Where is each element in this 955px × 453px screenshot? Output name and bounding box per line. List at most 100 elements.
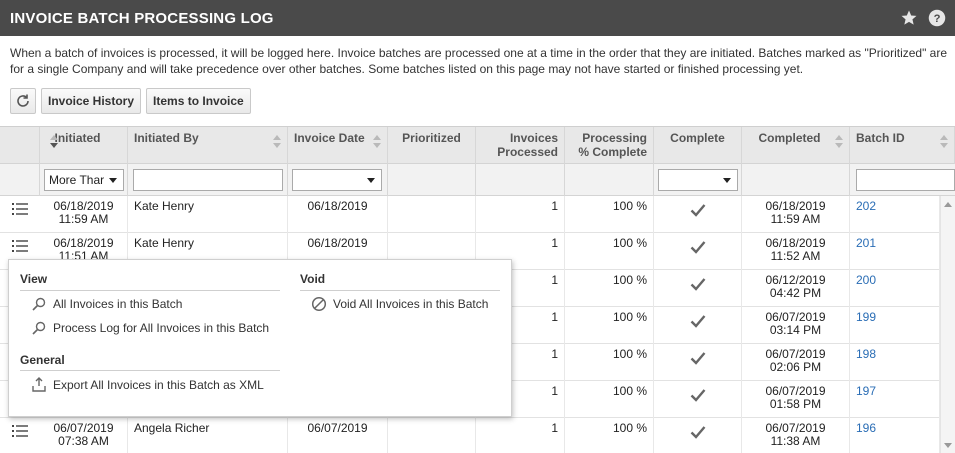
completed-cell: 06/12/2019 04:42 PM — [742, 270, 850, 307]
prioritized-cell — [388, 196, 476, 233]
page-description: When a batch of invoices is processed, i… — [10, 46, 948, 76]
header-initiated[interactable]: Initiated — [40, 127, 128, 164]
svg-text:?: ? — [934, 13, 941, 25]
initiated-by-filter-input[interactable] — [133, 169, 283, 191]
invoice-date-filter-select[interactable] — [292, 169, 382, 191]
invoice-history-button[interactable]: Invoice History — [41, 88, 142, 114]
prioritized-cell — [388, 418, 476, 453]
vertical-scrollbar[interactable] — [940, 196, 955, 453]
filter-cell — [850, 164, 955, 196]
header-batch-id[interactable]: Batch ID — [850, 127, 955, 164]
search-icon — [32, 321, 46, 335]
header-initiated-by-label: Initiated By — [134, 131, 199, 145]
completed-cell: 06/07/2019 02:06 PM — [742, 344, 850, 381]
view-all-invoices-label: All Invoices in this Batch — [53, 297, 183, 311]
sort-icon — [50, 135, 58, 149]
row-menu-icon[interactable] — [12, 425, 28, 437]
batch-id-link[interactable]: 199 — [850, 307, 940, 344]
toolbar: Invoice History Items to Invoice — [10, 88, 251, 114]
header-processing-pct[interactable]: Processing % Complete — [565, 127, 654, 164]
scroll-down-icon[interactable] — [944, 443, 952, 448]
export-icon — [32, 377, 46, 392]
page-title: INVOICE BATCH PROCESSING LOG — [10, 9, 274, 27]
header-initiated-by[interactable]: Initiated By — [128, 127, 288, 164]
items-to-invoice-button[interactable]: Items to Invoice — [146, 88, 251, 114]
checkmark-icon — [690, 426, 706, 439]
processing-pct-cell: 100 % — [565, 196, 654, 233]
view-process-log-item[interactable]: Process Log for All Invoices in this Bat… — [31, 320, 269, 336]
sort-icon — [273, 135, 281, 149]
void-all-invoices-label: Void All Invoices in this Batch — [333, 297, 489, 311]
filter-cell — [288, 164, 388, 196]
batch-id-link[interactable]: 196 — [850, 418, 940, 453]
filter-cell — [388, 164, 476, 196]
sort-icon — [835, 135, 843, 149]
checkmark-icon — [690, 315, 706, 328]
processing-pct-cell: 100 % — [565, 233, 654, 270]
batch-id-filter-input[interactable] — [856, 169, 955, 191]
processing-pct-cell: 100 % — [565, 270, 654, 307]
general-heading: General — [20, 353, 65, 367]
filter-cell: More Thar — [40, 164, 128, 196]
refresh-button[interactable] — [10, 88, 36, 114]
void-icon — [311, 296, 327, 312]
header-invoice-date[interactable]: Invoice Date — [288, 127, 388, 164]
processing-pct-cell: 100 % — [565, 307, 654, 344]
sort-icon — [940, 135, 948, 149]
sort-icon — [373, 135, 381, 149]
completed-cell: 06/18/2019 11:59 AM — [742, 196, 850, 233]
header-prioritized[interactable]: Prioritized — [388, 127, 476, 164]
header-menu-col — [0, 127, 40, 164]
table-row[interactable]: 06/18/2019 11:59 AM Kate Henry 06/18/2019 1… — [0, 196, 940, 233]
batch-id-link[interactable]: 197 — [850, 381, 940, 418]
completed-cell: 06/07/2019 01:58 PM — [742, 381, 850, 418]
header-initiated-label: Initiated — [54, 131, 101, 145]
dropdown-arrow-icon — [723, 178, 731, 183]
row-menu-icon[interactable] — [12, 240, 28, 252]
batch-id-link[interactable]: 201 — [850, 233, 940, 270]
checkmark-icon — [690, 389, 706, 402]
initiated-cell: 06/18/2019 11:59 AM — [40, 196, 128, 233]
dropdown-arrow-icon — [367, 178, 375, 183]
divider — [300, 290, 500, 291]
header-invoice-date-label: Invoice Date — [294, 131, 365, 145]
processing-pct-cell: 100 % — [565, 381, 654, 418]
grid-header: Initiated Initiated By Invoice Date Prio… — [0, 127, 955, 164]
batch-id-link[interactable]: 198 — [850, 344, 940, 381]
completed-cell: 06/07/2019 03:14 PM — [742, 307, 850, 344]
export-xml-item[interactable]: Export All Invoices in this Batch as XML — [31, 377, 264, 393]
header-batch-id-label: Batch ID — [856, 131, 905, 145]
view-all-invoices-item[interactable]: All Invoices in this Batch — [31, 296, 182, 312]
view-heading: View — [20, 272, 48, 286]
star-icon[interactable] — [900, 9, 918, 27]
complete-filter-select[interactable] — [658, 169, 738, 191]
invoice-date-cell: 06/07/2019 — [288, 418, 388, 453]
void-heading: Void — [300, 272, 326, 286]
processing-pct-cell: 100 % — [565, 344, 654, 381]
search-icon — [32, 297, 46, 311]
batch-id-link[interactable]: 200 — [850, 270, 940, 307]
checkmark-icon — [690, 278, 706, 291]
filter-cell — [654, 164, 742, 196]
scroll-up-icon[interactable] — [944, 202, 952, 207]
header-invoices-processed[interactable]: Invoices Processed — [476, 127, 565, 164]
invoices-processed-cell: 1 — [476, 418, 565, 453]
filter-cell — [128, 164, 288, 196]
table-row[interactable]: 06/07/2019 07:38 AM Angela Richer 06/07/20… — [0, 418, 940, 453]
batch-id-link[interactable]: 202 — [850, 196, 940, 233]
batch-context-menu: View All Invoices in this Batch Process … — [8, 259, 512, 417]
header-complete[interactable]: Complete — [654, 127, 742, 164]
filter-row: More Thar — [0, 164, 955, 196]
completed-cell: 06/18/2019 11:52 AM — [742, 233, 850, 270]
checkmark-icon — [690, 204, 706, 217]
header-completed[interactable]: Completed — [742, 127, 850, 164]
filter-cell — [0, 164, 40, 196]
initiated-by-cell: Kate Henry — [128, 196, 288, 233]
void-all-invoices-item[interactable]: Void All Invoices in this Batch — [311, 296, 488, 312]
filter-cell — [742, 164, 850, 196]
help-icon[interactable]: ? — [928, 9, 946, 27]
row-menu-icon[interactable] — [12, 203, 28, 215]
invoice-date-cell: 06/18/2019 — [288, 196, 388, 233]
divider — [20, 290, 280, 291]
initiated-filter-select[interactable]: More Thar — [44, 169, 124, 191]
